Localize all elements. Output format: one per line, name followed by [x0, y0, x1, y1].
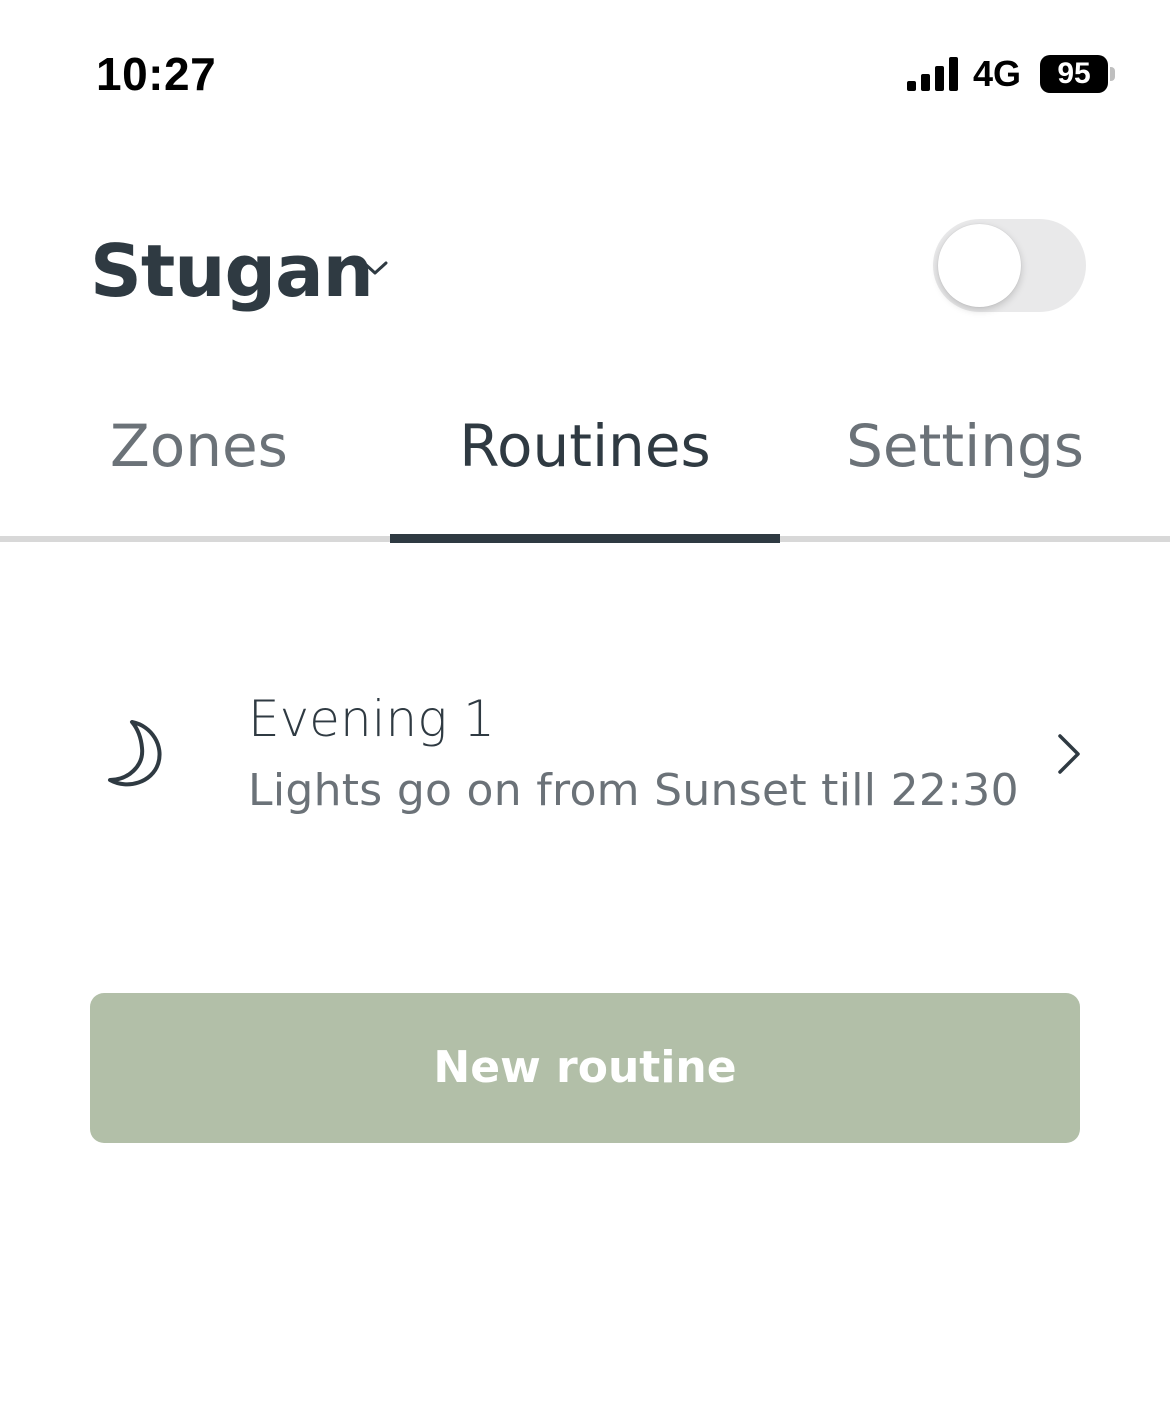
home-selector-title[interactable]: Stugan — [90, 226, 374, 316]
routine-description: Lights go on from Sunset till 22:30 — [248, 765, 1019, 816]
chevron-down-icon[interactable] — [360, 256, 390, 280]
moon-icon — [108, 720, 162, 787]
routine-title: Evening 1 — [248, 690, 495, 748]
network-type: 4G — [973, 53, 1022, 94]
status-time: 10:27 — [96, 48, 217, 100]
home-power-toggle[interactable] — [933, 219, 1086, 312]
battery-nub — [1110, 67, 1115, 81]
chevron-right-icon[interactable] — [1052, 731, 1084, 777]
tab-settings[interactable]: Settings — [780, 408, 1084, 484]
toggle-knob — [938, 224, 1021, 307]
battery-level: 95 — [1057, 57, 1091, 90]
active-tab-indicator — [390, 534, 780, 543]
signal-strength-icon — [907, 57, 958, 91]
new-routine-button[interactable]: New routine — [90, 993, 1080, 1143]
tab-zones[interactable]: Zones — [0, 408, 390, 484]
tab-routines[interactable]: Routines — [390, 408, 780, 484]
battery-icon: 95 — [1040, 55, 1108, 93]
